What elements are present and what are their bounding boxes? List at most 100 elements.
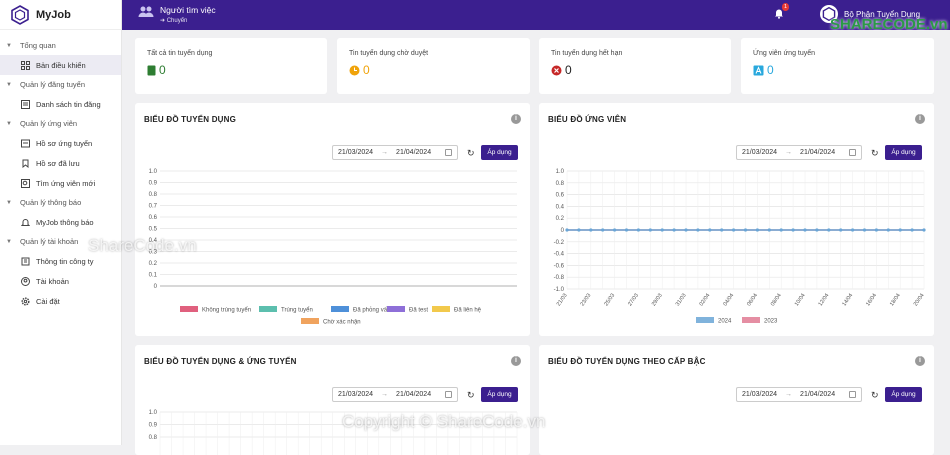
legend-swatch xyxy=(432,306,450,312)
legend-label: Đã test xyxy=(409,308,428,314)
y-tick-label: 0 xyxy=(154,284,158,290)
role-switch-link[interactable]: ➜ Chuyển xyxy=(160,17,216,24)
menu-group-candidates[interactable]: ▼ Quản lý ứng viên xyxy=(0,114,121,133)
legend-swatch xyxy=(331,306,349,312)
x-tick-label: 31/03 xyxy=(675,293,688,308)
watermark-top: ShareCode.vn xyxy=(88,236,197,255)
stat-card-pending-posts: Tin tuyển dụng chờ duyệt 0 xyxy=(337,38,530,94)
y-tick-label: 0 xyxy=(561,228,565,234)
search-user-icon xyxy=(20,178,30,188)
close-circle-icon xyxy=(551,65,562,75)
recruit-apply-chart: 1.0 0.9 0.8 xyxy=(149,410,518,455)
data-point xyxy=(577,228,581,232)
role-title: Người tìm việc xyxy=(160,5,216,15)
apply-button[interactable]: Áp dụng xyxy=(885,387,922,402)
x-tick-label: 16/04 xyxy=(865,293,878,308)
legend-label: Đã phỏng vấn xyxy=(353,307,390,314)
y-tick-label: 0.4 xyxy=(556,204,565,210)
x-tick-label: 12/04 xyxy=(818,293,831,308)
sidebar-item-find-candidates[interactable]: Tìm ứng viên mới xyxy=(0,173,121,193)
reload-icon[interactable]: ↻ xyxy=(871,390,879,401)
user-icon xyxy=(20,276,30,286)
menu-group-overview[interactable]: ▼ Tổng quan xyxy=(0,36,121,55)
recruit-apply-chart-card: BIỂU ĐỒ TUYỂN DỤNG & ỨNG TUYỂN i 21/03/2… xyxy=(135,345,530,455)
x-tick-label: 21/03 xyxy=(556,293,569,308)
sidebar-item-settings[interactable]: Cài đặt xyxy=(0,291,121,311)
card-title: BIỂU ĐỒ TUYỂN DỤNG THEO CẤP BẬC xyxy=(548,357,706,366)
date-range-picker[interactable]: 21/03/2024 → 21/04/2024 xyxy=(736,387,862,402)
caret-down-icon: ▼ xyxy=(6,199,12,206)
data-point xyxy=(636,228,640,232)
menu-group-posts[interactable]: ▼ Quản lý đăng tuyển xyxy=(0,75,121,94)
data-point xyxy=(767,228,771,232)
y-tick-label: 0.6 xyxy=(149,215,158,221)
sidebar-item-account[interactable]: Tài khoản xyxy=(0,271,121,291)
data-point xyxy=(815,228,819,232)
sidebar-item-dashboard[interactable]: Bản điều khiển xyxy=(0,55,121,75)
x-tick-label: 20/04 xyxy=(913,293,926,308)
sidebar: MyJob ▼ Tổng quan Bản điều khiển ▼ Quản lý… xyxy=(0,0,122,445)
info-icon[interactable]: i xyxy=(915,356,925,366)
y-tick-label: 0.2 xyxy=(149,261,158,267)
data-point xyxy=(743,228,748,232)
x-tick-label: 02/04 xyxy=(699,293,712,308)
data-point xyxy=(601,228,605,232)
y-tick-label: -0.2 xyxy=(554,240,565,246)
menu-group-notifications[interactable]: ▼ Quản lý thông báo xyxy=(0,193,121,212)
data-point xyxy=(648,228,652,232)
data-point xyxy=(755,228,759,232)
sidebar-item-myjob-notifications[interactable]: MyJob thông báo xyxy=(0,212,121,232)
watermark-bottom: Copyright © ShareCode.vn xyxy=(342,412,546,431)
data-point xyxy=(803,228,807,232)
data-point xyxy=(779,228,783,232)
y-tick-label: 0.8 xyxy=(149,192,158,198)
x-tick-label: 27/03 xyxy=(627,293,640,308)
data-point xyxy=(696,228,700,232)
y-tick-label: 1.0 xyxy=(556,169,565,175)
recruitment-chart-card: BIỂU ĐỒ TUYỂN DỤNG i 21/03/2024 → 21/04/20… xyxy=(135,103,530,336)
legend-label: Không trúng tuyển xyxy=(202,307,251,314)
data-point xyxy=(660,228,664,232)
x-tick-label: 04/04 xyxy=(722,293,735,308)
list-icon xyxy=(20,99,30,109)
data-point xyxy=(589,228,593,232)
data-point xyxy=(624,228,629,232)
profile-card-icon xyxy=(20,138,30,148)
sidebar-item-saved-profiles[interactable]: Hồ sơ đã lưu xyxy=(0,153,121,173)
legend-label: Trúng tuyển xyxy=(281,307,313,314)
clock-icon xyxy=(349,65,360,75)
caret-down-icon: ▼ xyxy=(6,238,12,245)
sidebar-item-applications[interactable]: Hồ sơ ứng tuyển xyxy=(0,133,121,153)
candidate-line-chart: 1.0 0.8 0.6 0.4 0.2 0 -0.2 -0.4 -0.6 -0.8 -1.021/0… xyxy=(554,169,926,325)
data-point xyxy=(910,228,914,232)
top-bar: Người tìm việc ➜ Chuyển 1 Bộ Phận Tuyển … xyxy=(122,0,950,30)
y-tick-label: 0.2 xyxy=(556,216,565,222)
x-tick-label: 10/04 xyxy=(794,293,807,308)
y-tick-label: 1.0 xyxy=(149,169,158,175)
y-tick-label: 0.6 xyxy=(556,193,565,199)
legend-swatch xyxy=(696,317,714,323)
data-point xyxy=(922,228,926,232)
data-point xyxy=(613,228,617,232)
data-point xyxy=(672,228,676,232)
legend-swatch xyxy=(301,318,319,324)
calendar-icon xyxy=(849,391,856,398)
y-tick-label: 0.1 xyxy=(149,273,158,279)
x-tick-label: 29/03 xyxy=(651,293,664,308)
document-icon xyxy=(147,65,156,75)
notification-count-badge: 1 xyxy=(782,3,790,11)
app-logo[interactable]: MyJob xyxy=(0,0,121,30)
building-icon xyxy=(20,256,30,266)
role-switcher[interactable]: Người tìm việc ➜ Chuyển xyxy=(138,5,216,24)
y-tick-label: -0.8 xyxy=(554,275,565,281)
data-point xyxy=(720,228,724,232)
y-tick-label: 1.0 xyxy=(149,410,158,416)
y-tick-label: -1.0 xyxy=(554,287,565,293)
bell-icon xyxy=(20,217,30,227)
sidebar-item-post-list[interactable]: Danh sách tin đăng xyxy=(0,94,121,114)
y-tick-label: 0.9 xyxy=(149,423,158,429)
y-tick-label: 0.8 xyxy=(556,181,565,187)
x-tick-label: 18/04 xyxy=(889,293,902,308)
x-tick-label: 06/04 xyxy=(746,293,759,308)
users-icon xyxy=(138,6,154,17)
